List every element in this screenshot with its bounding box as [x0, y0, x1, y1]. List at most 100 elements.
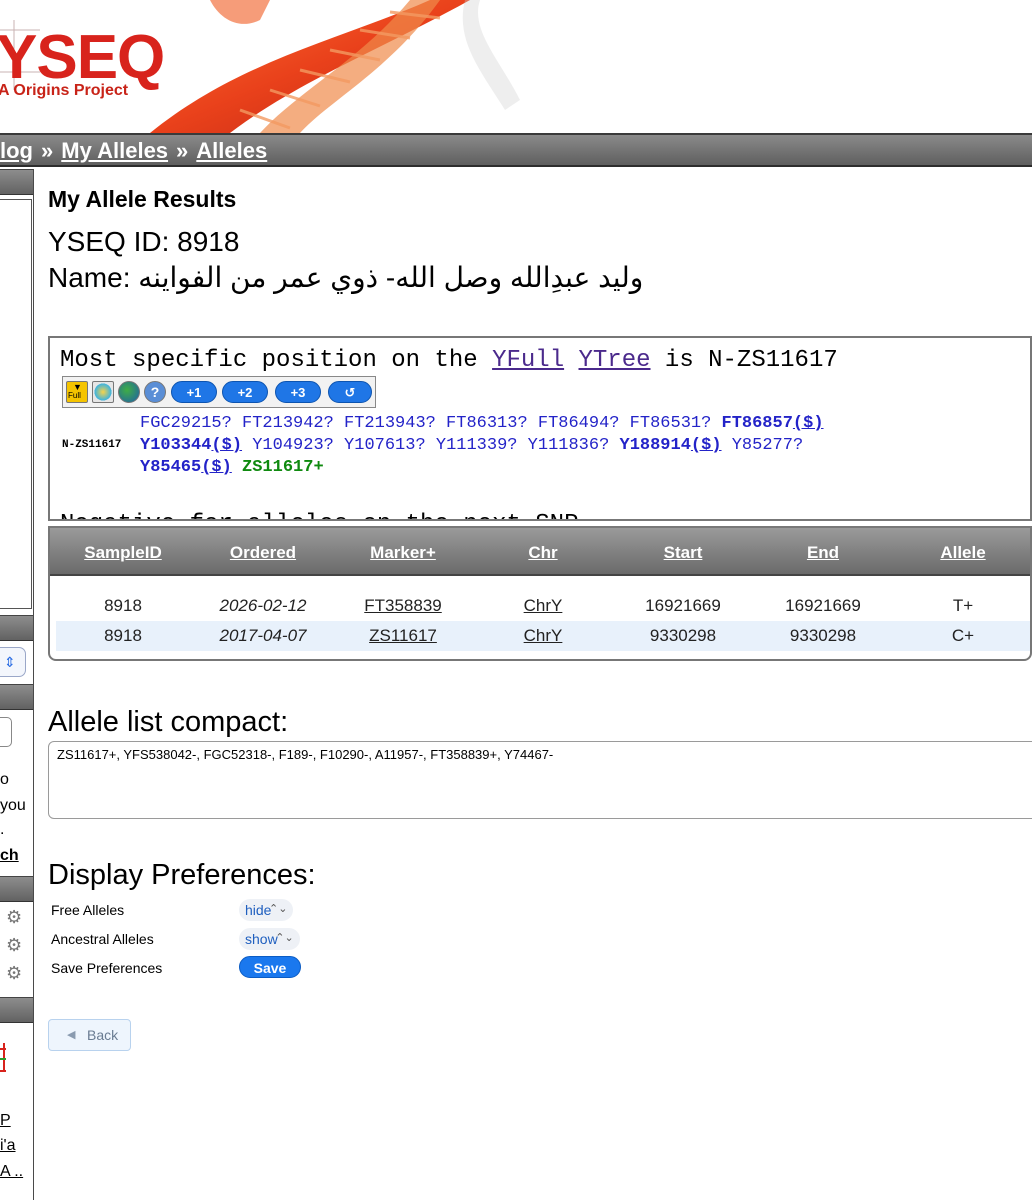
breadcrumb-item-my-alleles[interactable]: My Alleles [61, 138, 168, 163]
table-row: 8918 2026-02-12 FT358839 ChrY 16921669 1… [56, 591, 1030, 621]
sidebar-link[interactable]: P [0, 1112, 11, 1130]
snp-text: Y85277? [721, 436, 804, 455]
table-header: SampleID Ordered Marker+ Chr Start End A… [50, 528, 1030, 576]
back-button-label: Back [87, 1027, 119, 1043]
cell-chr-link[interactable]: ChrY [490, 626, 596, 646]
cell-end: 16921669 [785, 596, 861, 615]
cell-start: 9330298 [649, 626, 717, 645]
save-preferences-label: Save Preferences [51, 960, 163, 976]
cell-ordered: 2017-04-07 [219, 626, 307, 645]
gear-icon[interactable]: ⚙ [6, 963, 26, 983]
name-label: Name: [48, 262, 139, 293]
logo-tagline: A Origins Project [0, 82, 129, 99]
column-header-marker[interactable]: Marker+ [350, 543, 456, 563]
left-sidebar: ⇕ o you . ch ⚙ ⚙ ⚙ P i'a A .. [0, 169, 34, 1200]
cell-allele: T+ [952, 596, 974, 615]
snp-bold: Y85465($) [140, 458, 232, 477]
positive-snp: ZS11617+ [231, 458, 324, 477]
help-icon[interactable]: ? [144, 381, 166, 403]
table-row: 8918 2017-04-07 ZS11617 ChrY 9330298 933… [56, 621, 1030, 651]
cell-ordered: 2026-02-12 [219, 596, 307, 615]
gear-icon[interactable]: ⚙ [6, 935, 26, 955]
price-link[interactable]: ($) [691, 436, 722, 455]
price-link[interactable]: ($) [201, 458, 232, 477]
snp-text: Y188914 [619, 436, 691, 455]
tree-toolbar: Full ▼ ? +1 +2 +3 ↺ [62, 376, 376, 408]
ancestral-alleles-select[interactable]: show ⌃⌄ [239, 928, 300, 950]
cell-chr-link[interactable]: ChrY [490, 596, 596, 616]
price-link[interactable]: ($) [793, 414, 824, 433]
expand-plus-three-button[interactable]: +3 [275, 381, 321, 403]
snp-list-line: Y103344($) Y104923? Y107613? Y111339? Y1… [140, 436, 803, 455]
tree-node-label: N-ZS11617 [62, 439, 122, 451]
truncated-heading: Negative for alleles on the next SNP [60, 511, 578, 519]
snp-text: FT86857 [721, 414, 793, 433]
sidebar-text: o [0, 771, 9, 788]
name-value: وليد عبدِالله وصل الله- ذوي عمر من الفوا… [138, 262, 644, 293]
sidebar-text: you [0, 797, 26, 814]
sidebar-search-link[interactable]: ch [0, 847, 19, 865]
expand-plus-two-button[interactable]: +2 [222, 381, 268, 403]
cell-start: 16921669 [645, 596, 721, 615]
expand-plus-one-button[interactable]: +1 [171, 381, 217, 403]
sidebar-panel [0, 199, 32, 609]
snp-text: Y104923? Y107613? Y111339? Y111836? [242, 436, 620, 455]
title-text: is N-ZS11617 [650, 347, 838, 374]
sidebar-section-header [0, 169, 33, 195]
page-title: My Allele Results [48, 186, 237, 212]
snp-text: FGC29215? FT213942? FT213943? FT86313? F… [140, 414, 722, 433]
allele-results-table: SampleID Ordered Marker+ Chr Start End A… [48, 526, 1032, 661]
site-header: YSEQ A Origins Project [0, 0, 1032, 133]
sidebar-search-input[interactable] [0, 717, 12, 747]
yfull-icon[interactable]: Full ▼ [66, 381, 88, 403]
breadcrumb-item-catalog[interactable]: log [0, 138, 33, 163]
reset-icon[interactable]: ↺ [328, 381, 372, 403]
cell-allele: C+ [951, 626, 975, 645]
dna-thumbnail-icon [0, 1043, 6, 1072]
snp-list-line: Y85465($) ZS11617+ [140, 458, 324, 477]
display-preferences-heading: Display Preferences: [48, 859, 316, 891]
ytree-link[interactable]: YTree [579, 347, 651, 374]
breadcrumb-separator: » [176, 138, 189, 163]
cell-marker-link[interactable]: FT358839 [350, 596, 456, 616]
customer-name: Name: وليد عبدِالله وصل الله- ذوي عمر من… [48, 261, 643, 294]
yfull-link[interactable]: YFull [492, 347, 564, 374]
sidebar-text: . [0, 821, 5, 838]
chevron-updown-icon: ⌃⌄ [269, 903, 288, 915]
palette-icon[interactable] [92, 381, 114, 403]
yfull-icon-text: Full [68, 391, 81, 400]
sidebar-section-header [0, 876, 33, 902]
cell-sampleid: 8918 [104, 596, 142, 615]
yseq-id: YSEQ ID: 8918 [48, 226, 240, 257]
column-header-start[interactable]: Start [630, 543, 736, 563]
breadcrumb-item-alleles[interactable]: Alleles [196, 138, 267, 163]
snp-text: Y103344 [140, 436, 212, 455]
allele-list-textarea[interactable]: ZS11617+, YFS538042-, FGC52318-, F189-, … [48, 741, 1032, 819]
triangle-left-icon: ◀ [67, 1029, 76, 1041]
free-alleles-select[interactable]: hide ⌃⌄ [239, 899, 294, 921]
breadcrumb: log » My Alleles » Alleles [0, 133, 1032, 167]
globe-icon[interactable] [118, 381, 140, 403]
gear-icon[interactable]: ⚙ [6, 907, 26, 927]
column-header-sampleid[interactable]: SampleID [70, 543, 176, 563]
sidebar-section-header [0, 997, 33, 1023]
cell-marker-link[interactable]: ZS11617 [350, 626, 456, 646]
ytree-position-title: Most specific position on the YFull YTre… [60, 347, 838, 374]
sidebar-link[interactable]: i'a [0, 1137, 16, 1155]
back-button[interactable]: ◀ Back [48, 1019, 131, 1051]
price-link[interactable]: ($) [211, 436, 242, 455]
snp-bold: Y188914($) [620, 436, 722, 455]
column-header-allele[interactable]: Allele [910, 543, 1016, 563]
free-alleles-label: Free Alleles [51, 902, 125, 918]
title-text: Most specific position on the [60, 347, 493, 374]
triangle-icon: ▼ [73, 382, 82, 392]
snp-bold: Y103344($) [140, 436, 242, 455]
sidebar-link[interactable]: A .. [0, 1163, 23, 1181]
column-header-ordered[interactable]: Ordered [210, 543, 316, 563]
select-value: show [245, 931, 278, 947]
cell-end: 9330298 [789, 626, 857, 645]
column-header-end[interactable]: End [770, 543, 876, 563]
save-button[interactable]: Save [239, 956, 301, 978]
column-header-chr[interactable]: Chr [490, 543, 596, 563]
chevron-updown-icon: ⌃⌄ [275, 932, 294, 944]
